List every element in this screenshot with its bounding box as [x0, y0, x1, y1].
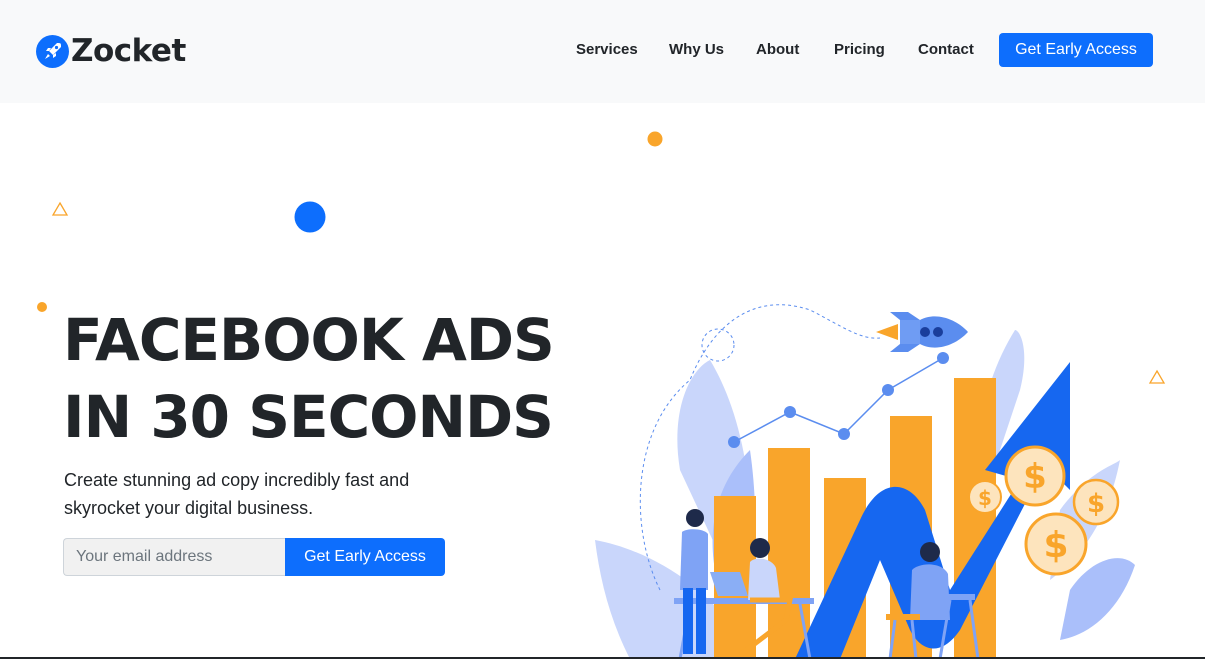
hero-headline-line1: FACEBOOK ADS: [63, 306, 555, 374]
svg-text:$: $: [978, 486, 992, 510]
triangle-decoration: [51, 201, 69, 216]
nav-about[interactable]: About: [756, 41, 799, 58]
svg-text:$: $: [1087, 489, 1105, 519]
nav-contact[interactable]: Contact: [918, 41, 974, 58]
orange-dot-decoration: [647, 131, 663, 147]
nav-get-early-access-button[interactable]: Get Early Access: [999, 33, 1153, 67]
nav-pricing[interactable]: Pricing: [834, 41, 885, 58]
email-input[interactable]: Your email address: [63, 538, 286, 576]
nav-services[interactable]: Services: [576, 41, 638, 58]
hero-headline-line2: IN 30 SECONDS: [63, 383, 554, 451]
hero-get-early-access-button[interactable]: Get Early Access: [285, 538, 445, 576]
email-placeholder: Your email address: [76, 548, 213, 565]
svg-text:$: $: [1023, 457, 1047, 497]
small-orange-dot-decoration: [37, 302, 47, 312]
nav-why-us[interactable]: Why Us: [669, 41, 724, 58]
blue-dot-decoration: [294, 201, 326, 233]
rocket-icon: [36, 34, 69, 68]
top-navbar: Zocket Services Why Us About Pricing Con…: [0, 0, 1205, 103]
svg-text:$: $: [1043, 525, 1068, 566]
triangle-decoration-right: [1148, 369, 1166, 384]
hero-subtext: Create stunning ad copy incredibly fast …: [64, 470, 410, 518]
brand-logo[interactable]: Zocket: [36, 30, 186, 72]
brand-name: Zocket: [71, 33, 186, 69]
growth-illustration: $ $ $ $: [595, 304, 1135, 659]
